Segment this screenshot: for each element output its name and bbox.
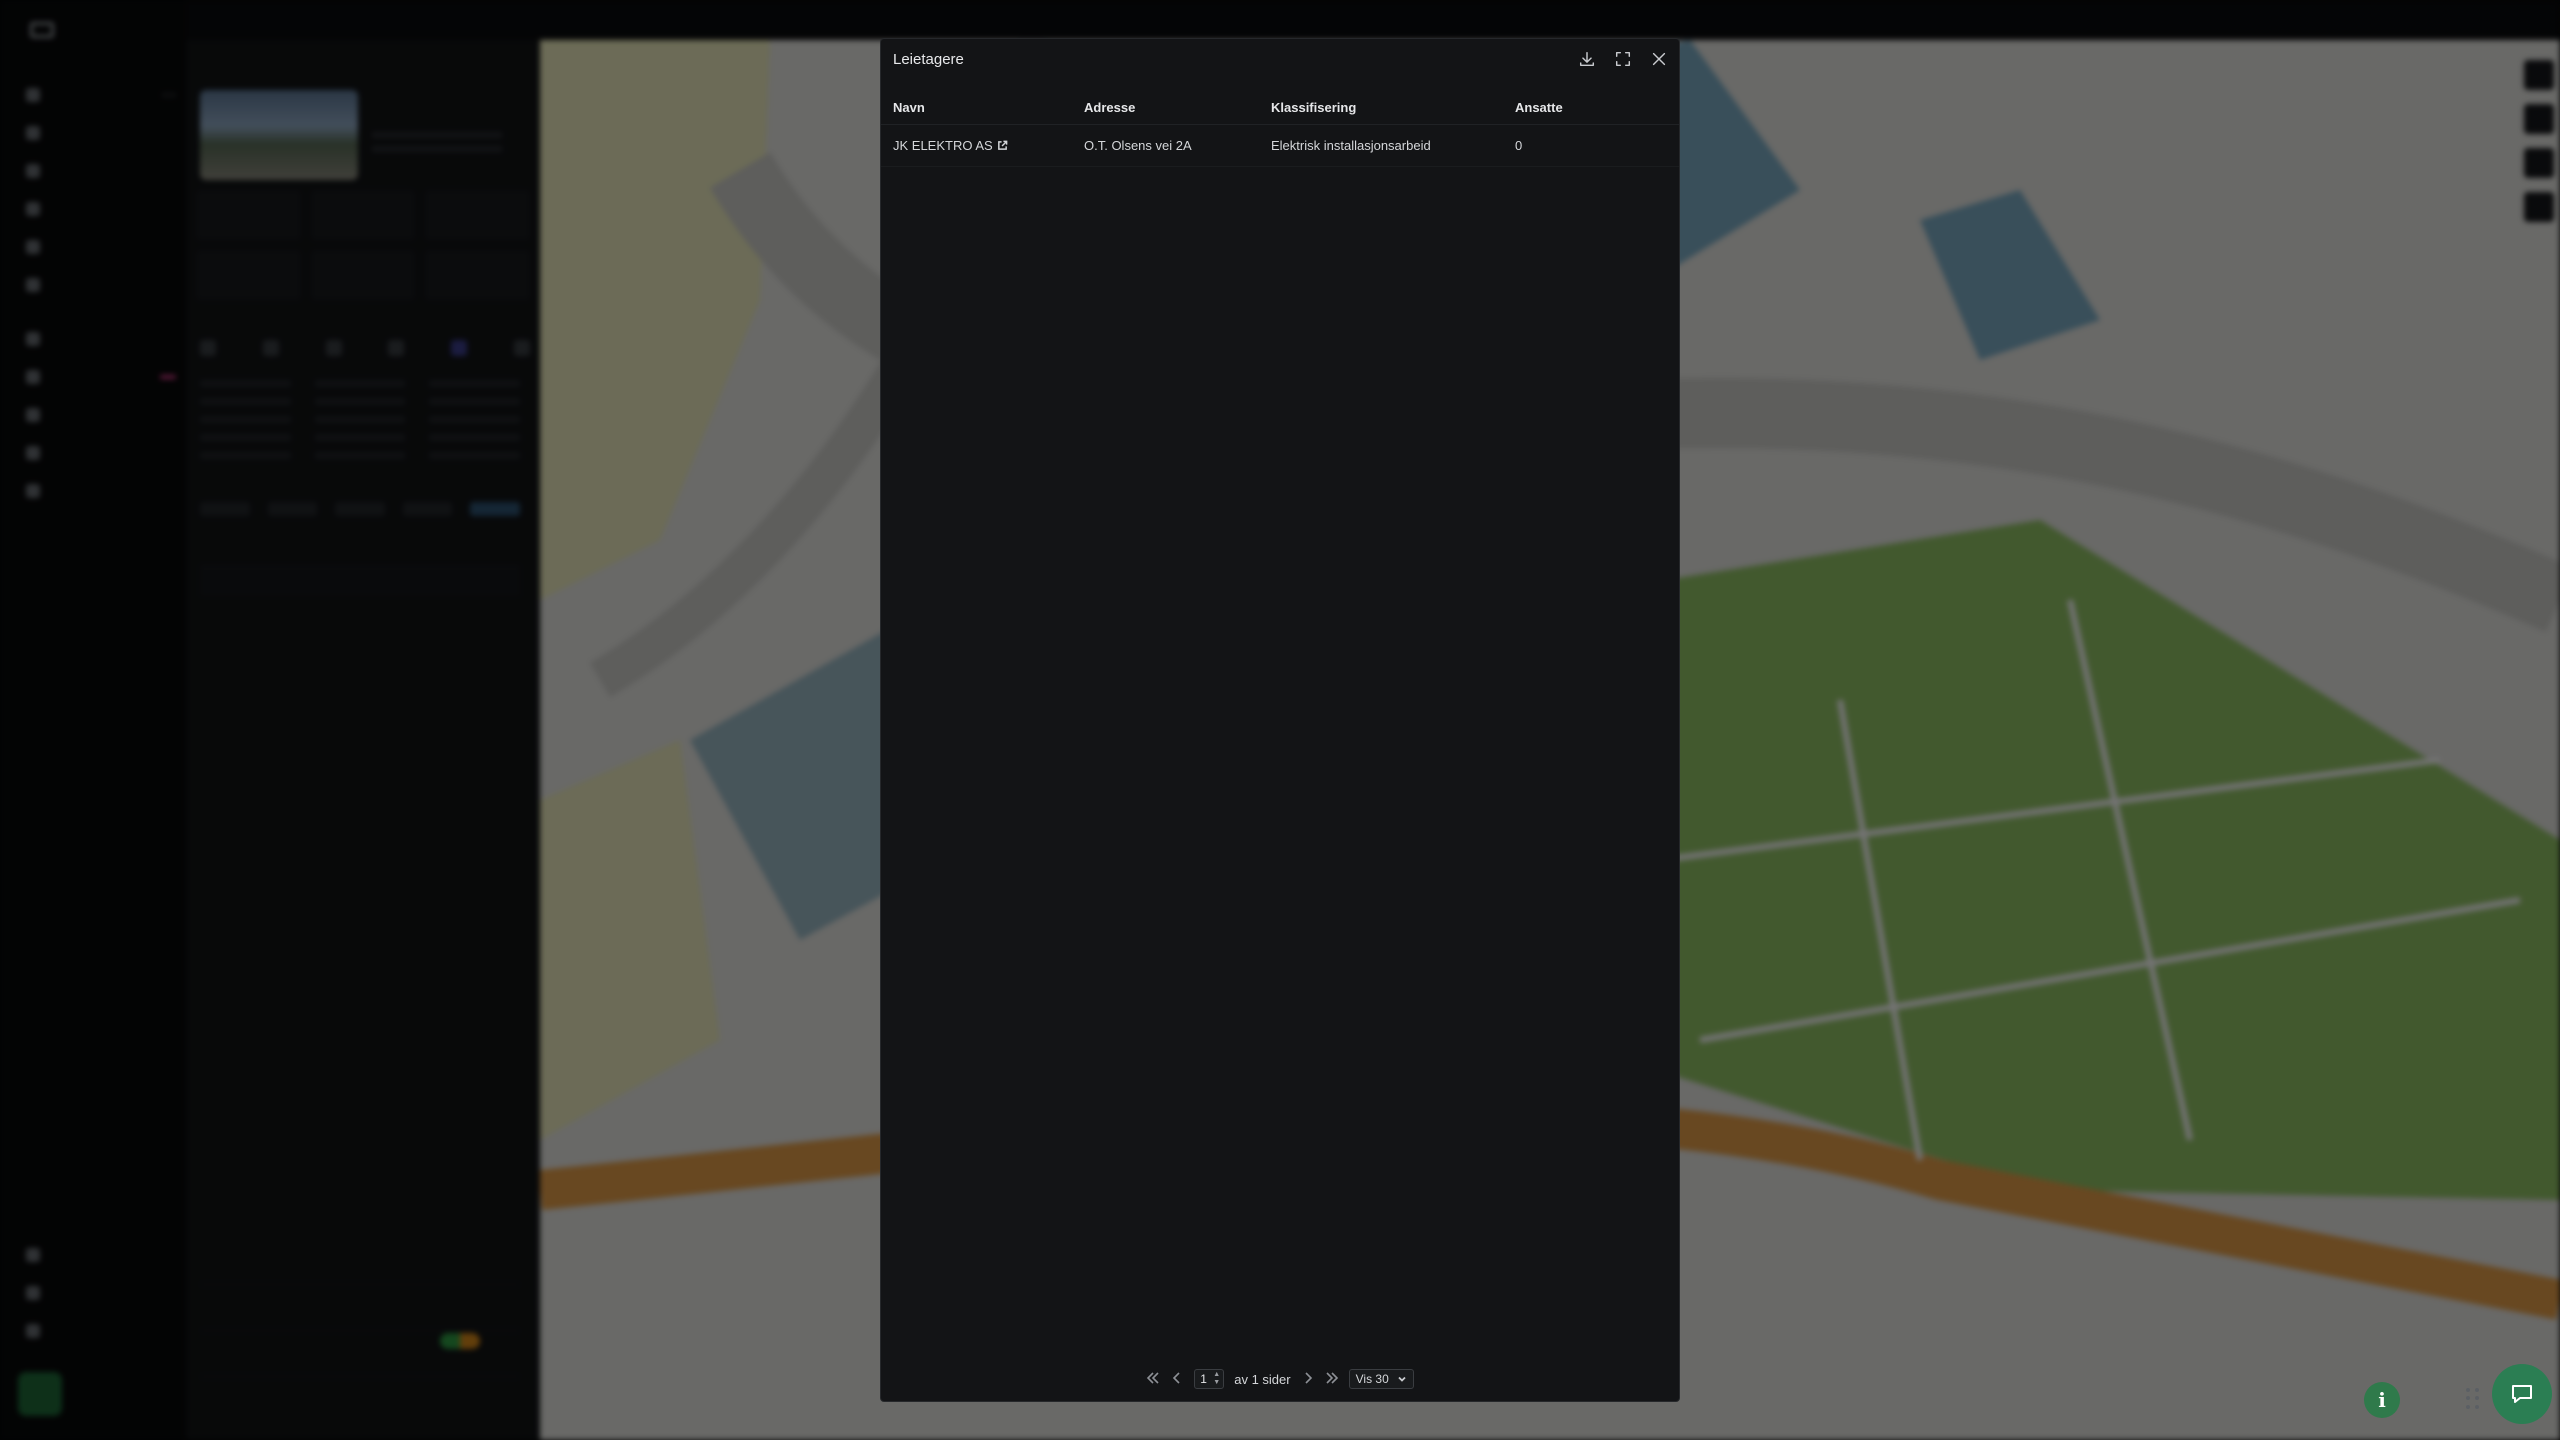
tenants-modal: Leietagere Navn Adresse Klassifisering A…: [880, 38, 1680, 1402]
cell-navn: JK ELEKTRO AS: [881, 138, 1084, 153]
table-row[interactable]: JK ELEKTRO AS O.T. Olsens vei 2A Elektri…: [881, 125, 1679, 167]
first-page-icon[interactable]: [1146, 1371, 1160, 1388]
page-stepper-icon[interactable]: ▲ ▼: [1213, 1371, 1220, 1387]
page-size-label: Vis 30: [1355, 1372, 1389, 1386]
external-link-icon[interactable]: [997, 139, 1008, 150]
info-icon[interactable]: i: [2364, 1382, 2400, 1418]
column-header-navn[interactable]: Navn: [881, 100, 1084, 115]
tenant-name-link[interactable]: JK ELEKTRO AS: [893, 138, 993, 153]
fullscreen-icon[interactable]: [1613, 49, 1633, 69]
last-page-icon[interactable]: [1325, 1371, 1339, 1388]
cell-adresse: O.T. Olsens vei 2A: [1084, 138, 1192, 153]
next-page-icon[interactable]: [1301, 1371, 1315, 1388]
close-icon[interactable]: [1649, 49, 1669, 69]
page-count-label: av 1 sider: [1234, 1371, 1291, 1387]
chevron-down-icon: [1398, 1376, 1406, 1382]
cell-ansatte: 0: [1515, 138, 1523, 153]
modal-title: Leietagere: [893, 51, 964, 68]
chat-button[interactable]: [2492, 1364, 2552, 1424]
previous-page-icon[interactable]: [1170, 1371, 1184, 1388]
chat-icon: [2512, 1385, 2532, 1403]
cell-klassifisering: Elektrisk installasjonsarbeid: [1271, 138, 1431, 153]
download-icon[interactable]: [1577, 49, 1597, 69]
table-header: Navn Adresse Klassifisering Ansatte: [881, 91, 1679, 125]
page-size-select[interactable]: Vis 30: [1348, 1369, 1414, 1389]
tenants-table: Navn Adresse Klassifisering Ansatte JK E…: [881, 91, 1679, 167]
column-header-klassifisering[interactable]: Klassifisering: [1271, 100, 1515, 115]
column-header-adresse[interactable]: Adresse: [1084, 100, 1271, 115]
drag-handle-icon[interactable]: [2466, 1388, 2480, 1410]
modal-actions: [1577, 49, 1669, 69]
pagination: ▲▼ av 1 sider Vis 30: [881, 1369, 1679, 1389]
column-header-ansatte[interactable]: Ansatte: [1515, 100, 1665, 115]
